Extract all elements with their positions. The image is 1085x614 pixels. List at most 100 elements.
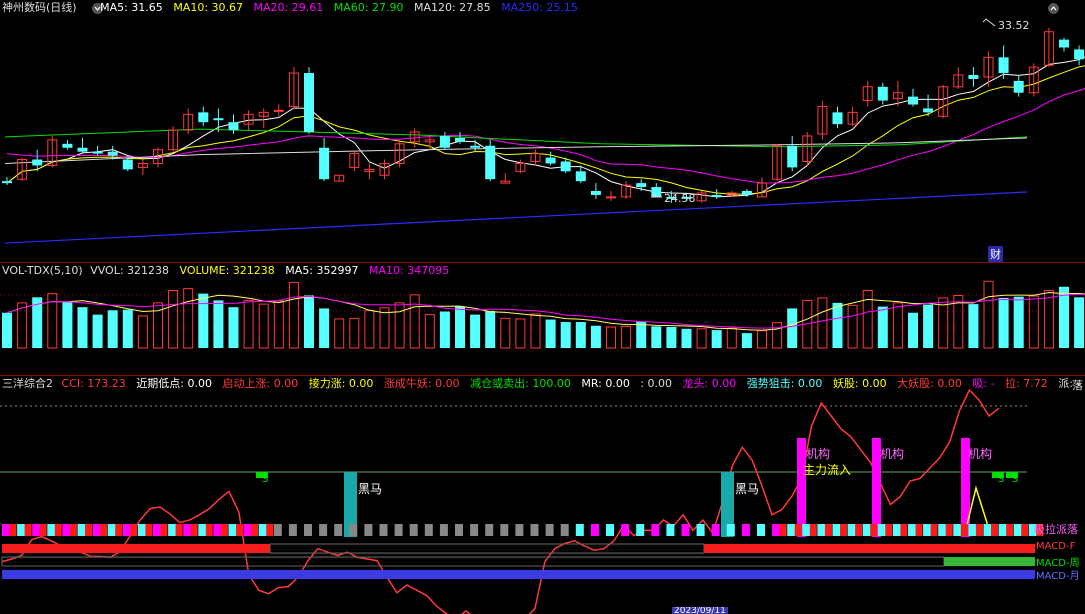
xlpl-square	[220, 524, 228, 536]
xlpl-square	[273, 524, 282, 536]
candle-body	[122, 159, 133, 170]
xlpl-square	[991, 524, 998, 536]
cci-line	[1, 388, 1000, 614]
chevron-up-icon[interactable]	[1048, 3, 1059, 14]
vol-ma5-readout: MA5: 352997	[285, 264, 359, 277]
cci-readout: CCI: 173.23	[61, 377, 126, 390]
reduce-readout: 减仓或卖出: 100.00	[470, 377, 571, 390]
macd-daily-label: MACD-F	[1036, 541, 1076, 552]
volume-bar	[349, 317, 360, 349]
xlpl-square	[832, 524, 841, 536]
volume-bar	[500, 317, 511, 349]
xlpl-square	[168, 524, 177, 536]
xlpl-square	[334, 524, 343, 536]
candle-body	[908, 96, 918, 105]
indicator-panel[interactable]: 三洋综合2 CCI: 173.23 近期低点: 0.00 启动上涨: 0.00 …	[0, 376, 1085, 614]
xlpl-square	[409, 524, 418, 536]
xlpl-square	[915, 524, 923, 536]
xlpl-square	[198, 524, 207, 536]
macd-monthly-label: MACD-月	[1036, 571, 1080, 582]
volume-bar	[183, 288, 194, 349]
xlpl-square	[975, 524, 983, 536]
macd-weekly-band	[944, 557, 1035, 566]
candle-body	[923, 108, 934, 113]
xlpl-square	[945, 524, 953, 536]
volume-bar	[288, 281, 299, 349]
xlpl-square	[998, 524, 1007, 536]
xlpl-square	[77, 524, 86, 536]
candle-body	[485, 145, 496, 180]
xlpl-square	[870, 524, 878, 536]
volume-bar	[243, 299, 254, 349]
xlpl-square	[923, 524, 932, 536]
volume-bar	[168, 290, 179, 349]
xlpl-square	[130, 524, 138, 536]
candle-body	[651, 187, 662, 197]
xlpl-square	[651, 524, 660, 536]
xlpl-square	[900, 524, 908, 536]
xlpl-square	[32, 524, 41, 536]
volume-bar	[877, 306, 888, 348]
volume-bar	[983, 280, 994, 349]
ind-title: 三洋综合2	[2, 377, 53, 390]
vol-ma10-readout: MA10: 347095	[369, 264, 450, 277]
candle-body	[439, 135, 450, 148]
candle-body	[62, 143, 73, 148]
xlpl-square	[892, 524, 901, 536]
volume-bar	[470, 314, 481, 348]
candle-body	[273, 109, 284, 112]
xlpl-square	[470, 524, 479, 536]
demon-readout: 妖股: 0.00	[832, 377, 887, 390]
xlpl-square	[394, 524, 403, 536]
xlpl-square	[439, 524, 448, 536]
volume-panel[interactable]: VOL-TDX(5,10) VVOL: 321238 VOLUME: 32123…	[0, 263, 1085, 375]
ma10-readout: MA10: 30.67	[173, 1, 244, 14]
volume-bar	[621, 325, 632, 349]
volume-bar	[545, 319, 556, 348]
xlpl-square	[908, 524, 916, 536]
ma10-line	[6, 65, 1085, 195]
volume-bar	[741, 333, 752, 348]
candle-body	[1074, 49, 1085, 60]
institution-signal: 机构	[806, 447, 831, 461]
candle-body	[470, 145, 481, 148]
xlpl-square	[47, 524, 56, 536]
price-panel[interactable]: 神州数码(日线) MA5: 31.65 MA10: 30.67 MA20: 29…	[0, 0, 1085, 262]
xlpl-square	[236, 524, 243, 536]
xlpl-square	[809, 524, 817, 536]
price-chart[interactable]	[0, 0, 1085, 262]
macd-daily-band	[2, 544, 270, 553]
finance-badge[interactable]: 财	[988, 246, 1003, 262]
ma5-line	[6, 56, 1085, 198]
xlpl-square	[545, 524, 554, 536]
xlpl-square	[258, 524, 267, 536]
pull-readout: 拉: 7.72	[1005, 377, 1048, 390]
ma60-readout: MA60: 27.90	[333, 1, 404, 14]
volume-bar	[923, 304, 934, 348]
xlpl-square	[530, 524, 539, 536]
volume-bar	[651, 326, 662, 348]
xlpl-square	[424, 524, 433, 536]
xlpl-square	[485, 524, 494, 536]
xlpl-square	[9, 524, 17, 536]
vvol-readout: VVOL: 321238	[90, 264, 170, 277]
xlpl-square	[137, 524, 146, 536]
xlpl-square	[666, 524, 675, 536]
xlpl-square	[304, 524, 312, 536]
xlpl-square	[590, 524, 599, 536]
xlpl-square	[54, 524, 62, 536]
xlpl-square	[711, 524, 720, 536]
candle-body	[198, 112, 209, 123]
candle-body	[455, 137, 465, 142]
xlpl-square	[228, 524, 237, 536]
xlpl-square	[183, 524, 192, 536]
volume-chart[interactable]	[0, 263, 1085, 375]
xlpl-square	[205, 524, 213, 536]
xlpl-square	[107, 524, 116, 536]
volume-bar	[137, 315, 148, 349]
black-horse-signal: 黑马	[735, 482, 760, 496]
volume-bar	[77, 307, 88, 348]
indicator-chart[interactable]	[0, 376, 1085, 614]
xlpl-square	[145, 524, 153, 536]
candle-body	[304, 73, 314, 133]
